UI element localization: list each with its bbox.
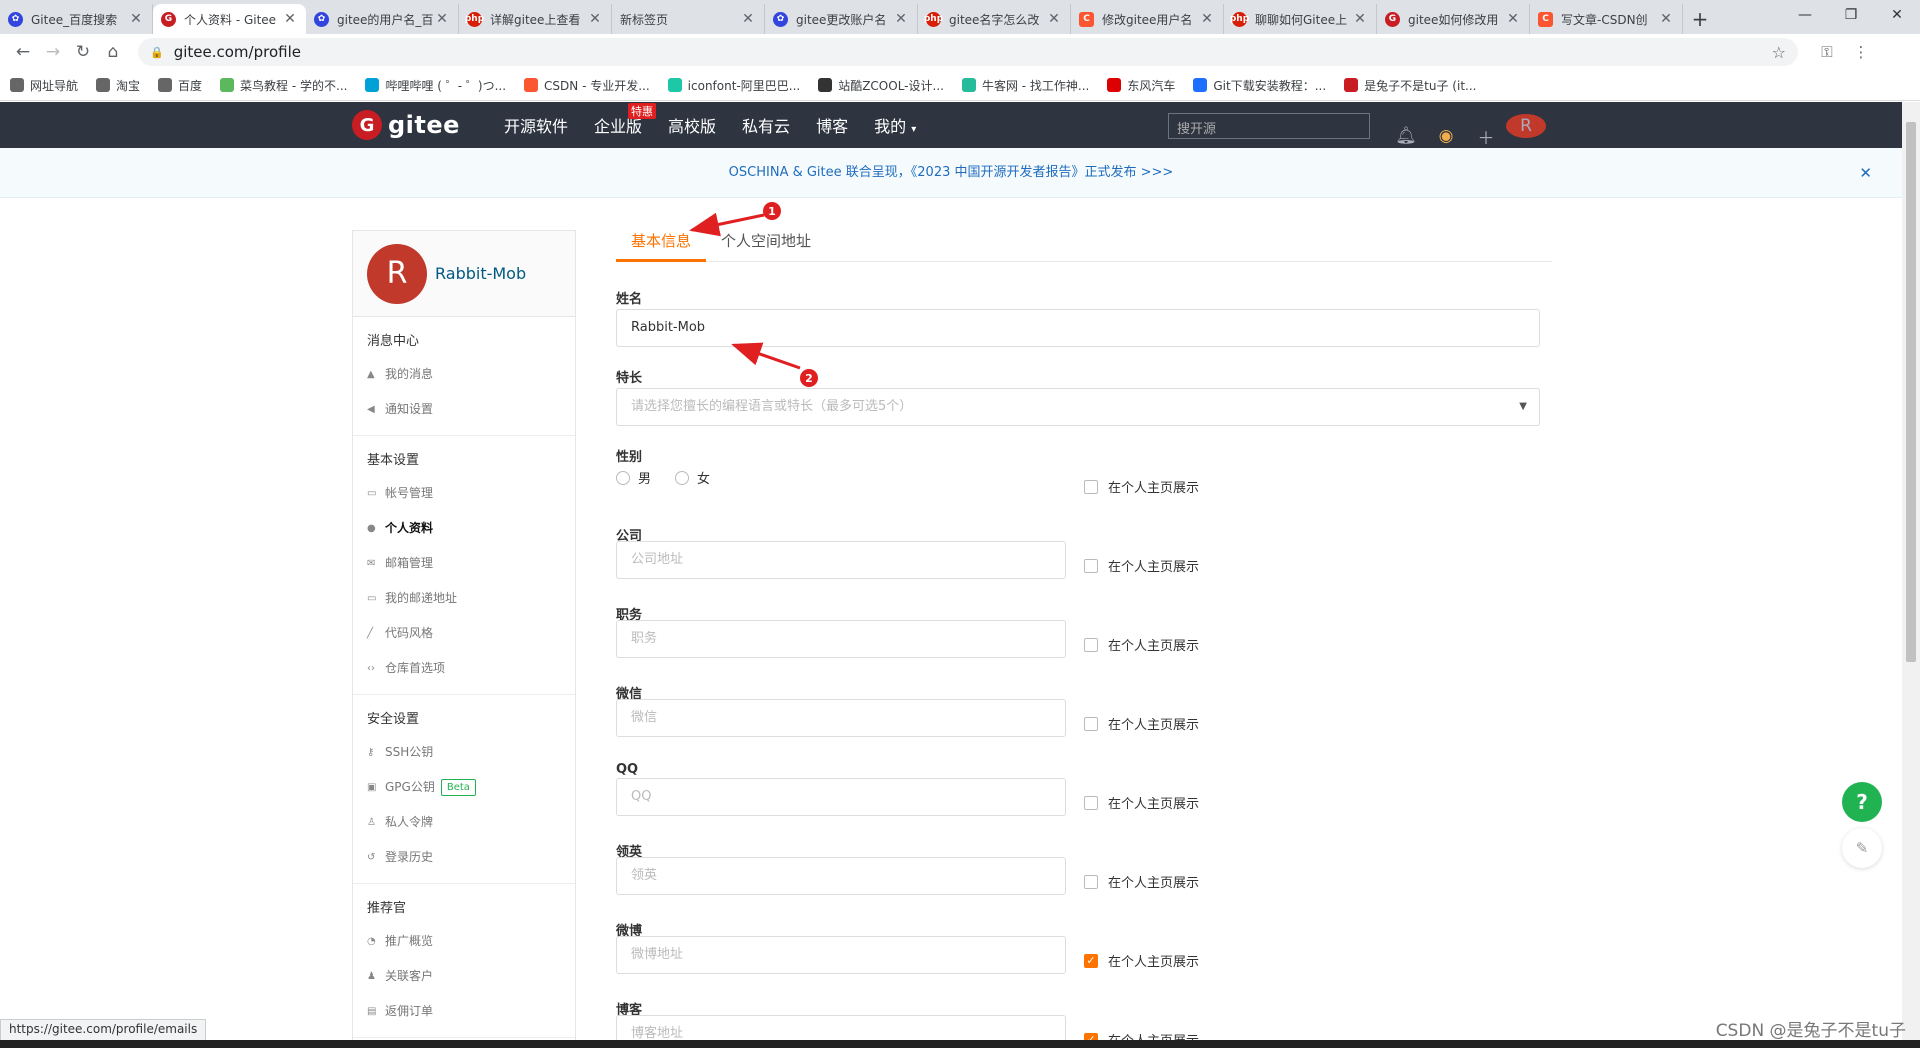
watermark: CSDN @是兔子不是tu子 [1715, 1021, 1906, 1041]
taskbar [0, 1040, 1920, 1048]
scrollbar-thumb[interactable] [1906, 122, 1916, 662]
edit-icon: ✎ [1855, 839, 1869, 857]
page-scrollbar[interactable] [1902, 102, 1920, 1048]
feedback-edit-button[interactable]: ✎ [1842, 828, 1882, 868]
help-button[interactable]: ? [1842, 782, 1882, 822]
annotation-arrows [689, 212, 801, 370]
status-url-tooltip: https://gitee.com/profile/emails [0, 1019, 207, 1041]
annotation-arrow-2 [731, 342, 801, 370]
annotation-arrow-1 [689, 212, 765, 237]
annotation-marker-1: 1 [763, 202, 781, 220]
annotation-marker-2: 2 [800, 369, 818, 387]
